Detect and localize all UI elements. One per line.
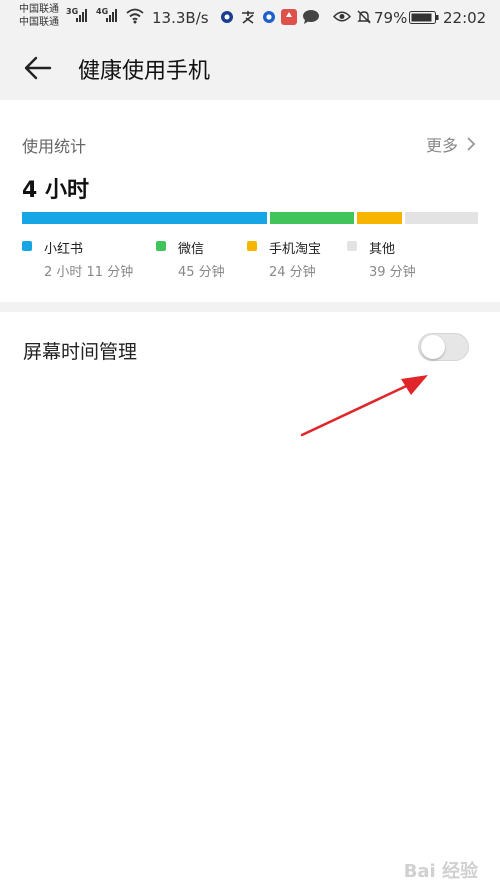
app-notification-icon bbox=[221, 11, 233, 23]
usage-bar bbox=[22, 212, 478, 224]
mute-bell-icon bbox=[357, 10, 371, 24]
total-usage: 4 小时 bbox=[22, 178, 89, 203]
legend-app-name: 微信 bbox=[178, 242, 205, 257]
battery-icon bbox=[409, 11, 439, 24]
usage-segment bbox=[405, 212, 478, 224]
legend-app-name: 其他 bbox=[369, 242, 396, 257]
annotation-arrow bbox=[300, 375, 428, 437]
page-title: 健康使用手机 bbox=[78, 59, 211, 84]
chevron-right-icon bbox=[467, 137, 476, 151]
wifi-icon bbox=[126, 8, 144, 24]
legend-dot bbox=[247, 241, 257, 251]
eye-icon bbox=[333, 11, 351, 22]
carrier-2: 中国联通 bbox=[19, 17, 59, 28]
app-header: 健康使用手机 bbox=[0, 36, 500, 100]
carrier-1: 中国联通 bbox=[19, 4, 59, 15]
clock: 22:02 bbox=[443, 9, 487, 27]
carrier-labels: 中国联通 中国联通 bbox=[19, 3, 59, 29]
usage-card: 使用统计 更多 4 小时 小红书 2 小时 11 分钟 微信 45 分钟 手机淘… bbox=[0, 100, 500, 302]
usage-segment bbox=[357, 212, 403, 224]
legend-app-duration: 45 分钟 bbox=[178, 265, 225, 280]
network-speed: 13.3B/s bbox=[152, 9, 209, 27]
signal-icon bbox=[76, 8, 87, 22]
legend-app-duration: 39 分钟 bbox=[369, 265, 416, 280]
alipay-icon bbox=[242, 11, 254, 24]
legend-app-duration: 2 小时 11 分钟 bbox=[44, 265, 134, 280]
legend-app-duration: 24 分钟 bbox=[269, 265, 316, 280]
legend-app-name: 手机淘宝 bbox=[269, 242, 322, 257]
legend-app-name: 小红书 bbox=[44, 242, 84, 257]
legend-dot bbox=[156, 241, 166, 251]
usage-section-title: 使用统计 bbox=[22, 137, 87, 156]
toggle-knob bbox=[421, 335, 445, 359]
more-button[interactable]: 更多 bbox=[426, 132, 476, 156]
watermark: Bai 经验 bbox=[403, 861, 478, 882]
more-label: 更多 bbox=[425, 136, 458, 155]
legend-dot bbox=[22, 241, 32, 251]
screen-time-label: 屏幕时间管理 bbox=[23, 341, 138, 363]
signal-icon bbox=[106, 8, 117, 22]
app-icon bbox=[263, 11, 275, 23]
status-bar: 中国联通 中国联通 3G 4G 13.3B/s 79% 22:02 bbox=[0, 0, 500, 36]
huawei-icon bbox=[281, 9, 297, 25]
usage-segment bbox=[270, 212, 355, 224]
legend-dot bbox=[347, 241, 357, 251]
screen-time-toggle[interactable] bbox=[418, 333, 469, 361]
usage-segment bbox=[22, 212, 267, 224]
battery-percent: 79% bbox=[374, 9, 408, 27]
message-icon bbox=[303, 10, 319, 24]
arrow-left-icon[interactable] bbox=[23, 53, 53, 83]
section-divider bbox=[0, 302, 500, 312]
